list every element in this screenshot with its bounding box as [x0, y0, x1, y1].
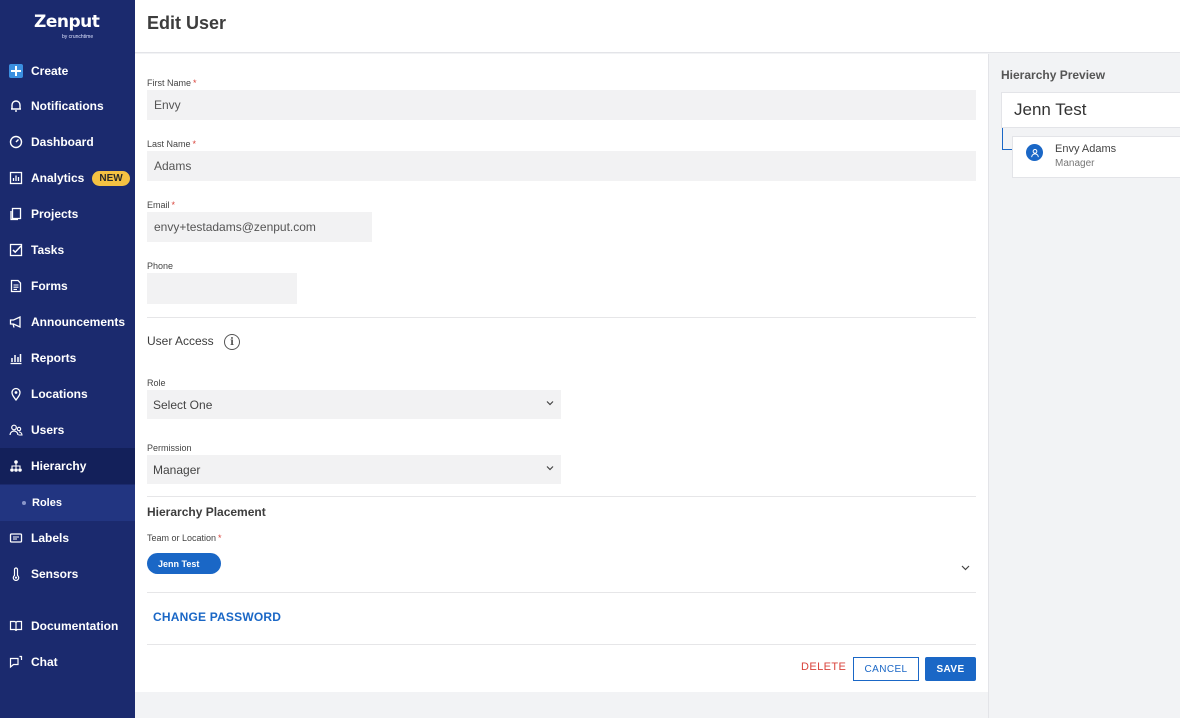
plus-icon: [9, 64, 23, 78]
sidebar-item-label: Hierarchy: [31, 459, 87, 473]
change-password-button[interactable]: CHANGE PASSWORD: [153, 610, 281, 624]
sidebar-item-label: Chat: [31, 655, 58, 669]
users-icon: [9, 423, 23, 437]
sidebar-item-label: Users: [31, 423, 65, 437]
page-header: Edit User: [135, 0, 1180, 53]
sidebar-item-forms[interactable]: Forms: [0, 268, 135, 304]
hierarchy-root-node: Jenn Test: [1001, 92, 1180, 128]
checkbox-icon: [9, 243, 23, 257]
sidebar-item-sensors[interactable]: Sensors: [0, 556, 135, 592]
first-name-field[interactable]: Envy: [147, 90, 976, 120]
first-name-label: First Name *: [147, 78, 197, 88]
hierarchy-user-node: Envy Adams Manager: [1012, 136, 1180, 178]
edit-user-form: First Name * Envy Last Name * Adams Email *…: [135, 54, 988, 692]
divider: [147, 644, 976, 645]
sidebar-item-documentation[interactable]: Documentation: [0, 608, 135, 644]
sidebar-item-label: Roles: [32, 497, 62, 509]
page-title: Edit User: [147, 13, 227, 33]
chevron-down-icon[interactable]: [961, 563, 970, 572]
role-label: Role: [147, 378, 166, 388]
sidebar-item-label: Locations: [31, 387, 88, 401]
chevron-down-icon: [546, 401, 554, 406]
sidebar-item-announcements[interactable]: Announcements: [0, 304, 135, 340]
logo-text: Zenput: [34, 12, 100, 32]
sidebar-item-chat[interactable]: Chat: [0, 644, 135, 680]
info-icon[interactable]: i: [224, 334, 240, 350]
phone-label: Phone: [147, 261, 174, 271]
permission-select-value: Manager: [153, 462, 201, 477]
thermometer-icon: [9, 567, 23, 581]
hierarchy-preview-title: Hierarchy Preview: [1001, 68, 1106, 82]
map-pin-icon: [9, 387, 23, 401]
save-button[interactable]: SAVE: [925, 657, 976, 681]
sidebar-item-label: Analytics: [31, 171, 85, 185]
label-icon: [9, 531, 23, 545]
bell-icon: [9, 99, 23, 113]
hierarchy-placement-title: Hierarchy Placement: [147, 505, 266, 519]
last-name-label: Last Name *: [147, 139, 197, 149]
sidebar-item-label: Sensors: [31, 567, 79, 581]
zenput-logo[interactable]: Zenput by crunchtime: [34, 12, 104, 42]
sidebar-item-notifications[interactable]: Notifications: [0, 88, 135, 124]
sidebar-item-analytics[interactable]: Analytics NEW: [0, 160, 135, 196]
document-icon: [9, 279, 23, 293]
last-name-field[interactable]: Adams: [147, 151, 976, 181]
chat-icon: [9, 655, 23, 669]
sidebar-item-label: Dashboard: [31, 135, 94, 149]
delete-button[interactable]: DELETE: [801, 661, 846, 673]
tree-connector: [1002, 128, 1012, 150]
chevron-down-icon: [546, 466, 554, 471]
team-or-location-label: Team or Location *: [147, 533, 222, 543]
email-label: Email *: [147, 200, 176, 210]
divider: [147, 496, 976, 497]
megaphone-icon: [9, 315, 23, 329]
user-avatar-icon: [1026, 144, 1043, 161]
new-badge: NEW: [92, 170, 130, 186]
email-field[interactable]: envy+testadams@zenput.com: [147, 212, 372, 242]
app: Zenput by crunchtime Create Notification…: [0, 0, 1180, 718]
phone-field[interactable]: [147, 273, 297, 304]
node-user-name: Envy Adams: [1055, 143, 1117, 155]
sidebar-item-label: Announcements: [31, 315, 126, 329]
bar-chart-icon: [9, 171, 23, 185]
sidebar-item-label: Documentation: [31, 619, 119, 633]
sidebar-item-reports[interactable]: Reports: [0, 340, 135, 376]
permission-label: Permission: [147, 443, 192, 453]
sidebar-item-label: Forms: [31, 279, 68, 293]
sidebar-item-dashboard[interactable]: Dashboard: [0, 124, 135, 160]
sidebar-item-projects[interactable]: Projects: [0, 196, 135, 232]
sidebar-item-label: Reports: [31, 351, 77, 365]
sidebar-item-labels[interactable]: Labels: [0, 520, 135, 556]
sidebar-item-label: Projects: [31, 207, 79, 221]
sidebar-item-label: Tasks: [31, 243, 65, 257]
gauge-icon: [9, 135, 23, 149]
sidebar: Zenput by crunchtime Create Notification…: [0, 0, 135, 718]
role-select[interactable]: Select One: [147, 390, 561, 419]
bullet-dot: [22, 501, 26, 505]
sidebar-item-label: Create: [31, 64, 69, 78]
report-icon: [9, 351, 23, 365]
permission-select[interactable]: Manager: [147, 455, 561, 484]
sidebar-item-label: Notifications: [31, 99, 104, 113]
sidebar-item-label: Labels: [31, 531, 70, 545]
user-access-title: User Access: [147, 334, 214, 348]
role-select-value: Select One: [153, 397, 213, 412]
sidebar-subitem-roles[interactable]: Roles: [0, 485, 135, 521]
sidebar-item-create[interactable]: Create: [0, 53, 135, 89]
logo-subtext: by crunchtime: [62, 34, 94, 40]
sidebar-item-users[interactable]: Users: [0, 412, 135, 448]
hierarchy-icon: [9, 459, 23, 473]
team-location-chip[interactable]: Jenn Test: [147, 553, 221, 574]
sidebar-item-tasks[interactable]: Tasks: [0, 232, 135, 268]
book-icon: [9, 619, 23, 633]
divider: [147, 317, 976, 318]
copy-icon: [9, 207, 23, 221]
node-user-role: Manager: [1055, 158, 1095, 169]
divider: [147, 592, 976, 593]
sidebar-item-hierarchy[interactable]: Hierarchy: [0, 448, 135, 484]
cancel-button[interactable]: CANCEL: [853, 657, 919, 681]
hierarchy-preview-panel: Hierarchy Preview Jenn Test Envy Adams M…: [988, 54, 1180, 718]
sidebar-item-locations[interactable]: Locations: [0, 376, 135, 412]
